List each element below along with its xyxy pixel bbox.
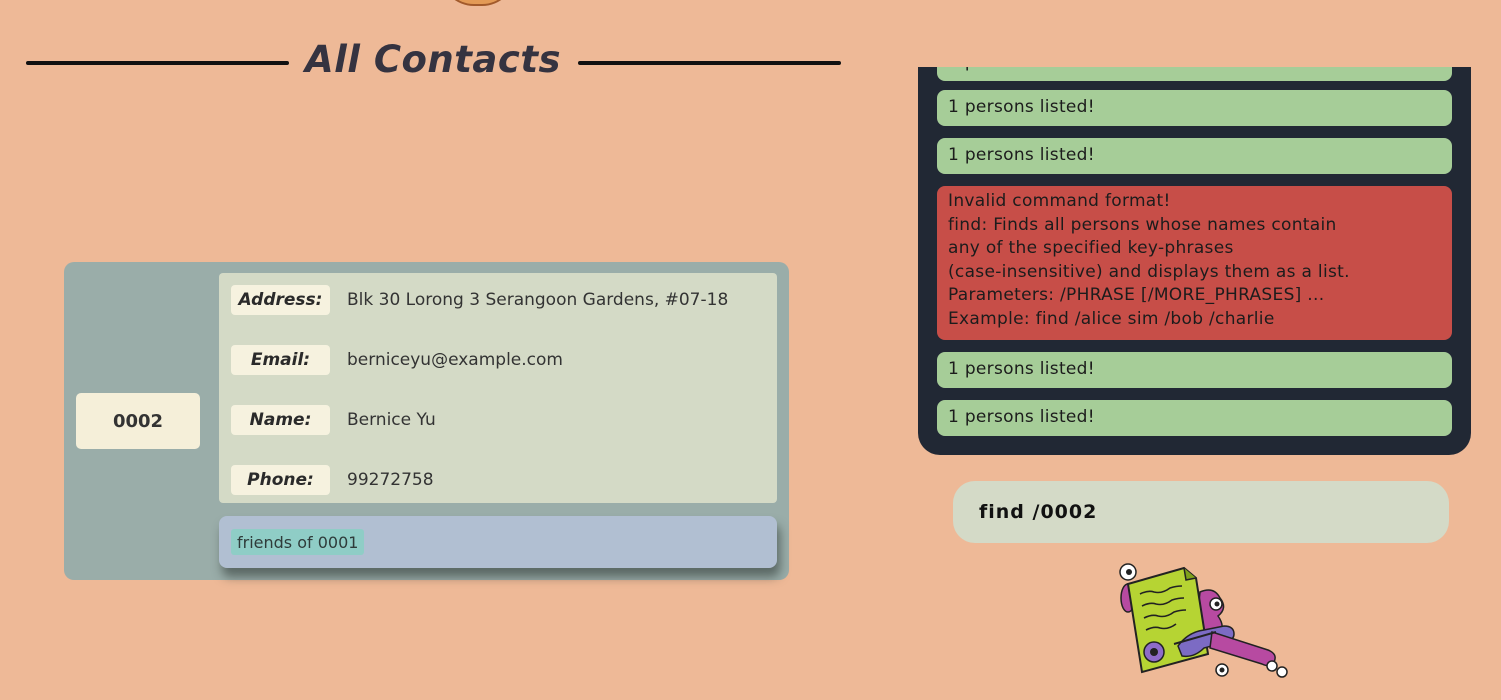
top-decoration-blob: [440, 0, 516, 6]
address-label: Address:: [231, 285, 330, 315]
error-line: any of the specified key-phrases: [948, 238, 1234, 258]
log-message-error: Invalid command format! find: Finds all …: [937, 186, 1452, 340]
email-row: Email: berniceyu@example.com: [231, 345, 563, 375]
command-input[interactable]: find /0002: [953, 481, 1449, 543]
tag-chip: friends of 0001: [231, 529, 365, 555]
email-value: berniceyu@example.com: [347, 350, 563, 370]
email-label: Email:: [231, 345, 330, 375]
page-title: All Contacts: [304, 38, 562, 81]
title-divider-left: [26, 61, 289, 65]
log-message-success: 1 persons listed!: [937, 90, 1452, 126]
error-line: Invalid command format!: [948, 191, 1171, 211]
result-log[interactable]: 1 persons listed! 1 persons listed! 1 pe…: [918, 67, 1471, 455]
phone-row: Phone: 99272758: [231, 465, 434, 495]
log-message-success: 1 persons listed!: [937, 138, 1452, 174]
error-line: Example: find /alice sim /bob /charlie: [948, 308, 1275, 329]
contact-id-badge: 0002: [76, 393, 200, 449]
name-row: Name: Bernice Yu: [231, 405, 436, 435]
title-divider-right: [578, 61, 841, 65]
address-row: Address: Blk 30 Lorong 3 Serangoon Garde…: [231, 285, 728, 315]
log-message-success: 1 persons listed!: [937, 67, 1452, 81]
all-contacts-header: All Contacts: [0, 0, 870, 120]
contact-tags-panel: friends of 0001: [219, 516, 777, 568]
phone-value: 99272758: [347, 470, 434, 490]
phone-label: Phone:: [231, 465, 330, 495]
name-label: Name:: [231, 405, 330, 435]
error-line: (case-insensitive) and displays them as …: [948, 261, 1350, 282]
error-line: find: Finds all persons whose names cont…: [948, 214, 1337, 235]
name-value: Bernice Yu: [347, 410, 436, 430]
address-value: Blk 30 Lorong 3 Serangoon Gardens, #07-1…: [347, 290, 729, 310]
document-signing-illustration-icon: [1119, 563, 1288, 678]
contact-info-panel: Address: Blk 30 Lorong 3 Serangoon Garde…: [219, 273, 777, 503]
error-line: Parameters: /PHRASE [/MORE_PHRASES] ...: [948, 285, 1325, 305]
log-message-success: 1 persons listed!: [937, 400, 1452, 436]
log-message-success: 1 persons listed!: [937, 352, 1452, 388]
contact-card[interactable]: 0002 Address: Blk 30 Lorong 3 Serangoon …: [64, 262, 789, 580]
